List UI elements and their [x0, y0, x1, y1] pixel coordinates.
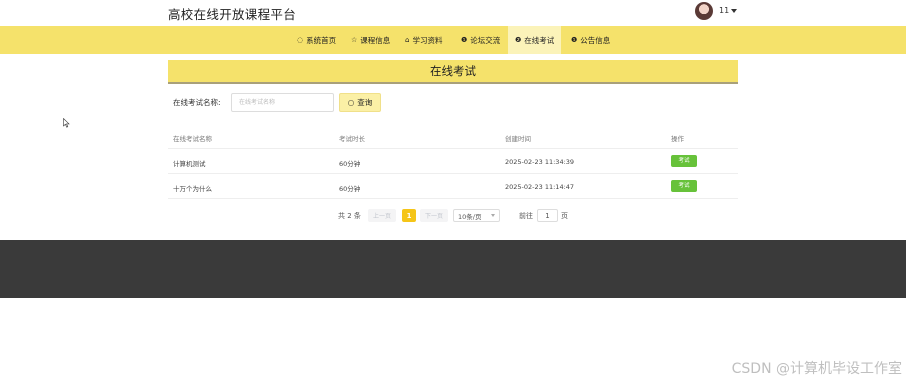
column-header-action: 操作 — [671, 135, 684, 143]
mouse-cursor-icon — [63, 118, 70, 128]
table-row: 计算机测试 60分钟 2025-02-23 11:34:39 考试 — [168, 149, 738, 174]
nav-bar: ◌ 系统首页 ☆ 课程信息 ⌂ 学习资料 ❶ 论坛交流 ❷ 在线考试 ❶ 公告信… — [0, 26, 906, 54]
start-exam-button[interactable]: 考试 — [671, 155, 697, 167]
pagination: 共 2 条 上一页 1 下一页 10条/页 前往 1 页 — [0, 209, 906, 222]
search-button[interactable]: ○ 查询 — [339, 93, 381, 112]
page-size-value: 10条/页 — [458, 212, 482, 221]
search-input[interactable] — [231, 93, 334, 112]
nav-item-label: 课程信息 — [360, 35, 391, 45]
question-icon: ❷ — [515, 36, 522, 44]
start-exam-button[interactable]: 考试 — [671, 180, 697, 192]
header: 高校在线开放课程平台 11 — [0, 0, 906, 26]
footer — [0, 240, 906, 298]
column-header-created: 创建时间 — [505, 135, 531, 143]
info-icon: ❶ — [571, 36, 578, 44]
column-header-name: 在线考试名称 — [173, 135, 212, 143]
nav-item-label: 在线考试 — [524, 35, 555, 45]
nav-item-home[interactable]: ◌ 系统首页 — [290, 26, 343, 54]
nav-item-courses[interactable]: ☆ 课程信息 — [344, 26, 397, 54]
caret-down-icon[interactable] — [731, 9, 737, 13]
pagination-total: 共 2 条 — [338, 211, 361, 220]
page-title-banner: 在线考试 — [168, 60, 738, 84]
search-label: 在线考试名称: — [173, 98, 221, 107]
goto-suffix: 页 — [561, 211, 568, 220]
exam-duration: 60分钟 — [339, 185, 361, 193]
exam-created-time: 2025-02-23 11:34:39 — [505, 158, 575, 166]
exam-name: 计算机测试 — [173, 160, 206, 168]
table-row: 十万个为什么 60分钟 2025-02-23 11:14:47 考试 — [168, 174, 738, 199]
exam-table: 在线考试名称 考试时长 创建时间 操作 计算机测试 60分钟 2025-02-2… — [168, 126, 738, 199]
column-header-duration: 考试时长 — [339, 135, 365, 143]
table-header: 在线考试名称 考试时长 创建时间 操作 — [168, 126, 738, 149]
goto-label: 前往 — [519, 211, 533, 220]
search-button-label: 查询 — [357, 98, 373, 107]
page-size-select[interactable]: 10条/页 — [453, 209, 500, 222]
search-icon: ○ — [347, 98, 355, 107]
avatar[interactable] — [695, 2, 713, 20]
exam-created-time: 2025-02-23 11:14:47 — [505, 183, 575, 191]
page-title: 在线考试 — [430, 64, 476, 78]
exam-name: 十万个为什么 — [173, 185, 212, 193]
home-icon: ◌ — [297, 36, 304, 44]
nav-item-label: 系统首页 — [306, 35, 337, 45]
next-page-button[interactable]: 下一页 — [420, 209, 448, 222]
site-title[interactable]: 高校在线开放课程平台 — [168, 4, 296, 23]
book-icon: ⌂ — [405, 36, 410, 44]
info-icon: ❶ — [461, 36, 468, 44]
prev-page-button[interactable]: 上一页 — [368, 209, 396, 222]
star-icon: ☆ — [351, 36, 358, 44]
nav-item-notices[interactable]: ❶ 公告信息 — [564, 26, 617, 54]
page-number-current[interactable]: 1 — [402, 209, 416, 222]
username[interactable]: 11 — [719, 6, 729, 15]
nav-item-label: 论坛交流 — [470, 35, 501, 45]
exam-duration: 60分钟 — [339, 160, 361, 168]
nav-item-materials[interactable]: ⌂ 学习资料 — [398, 26, 449, 54]
chevron-down-icon — [491, 214, 495, 217]
nav-item-label: 学习资料 — [412, 35, 443, 45]
nav-item-exam[interactable]: ❷ 在线考试 — [508, 26, 562, 54]
nav-item-label: 公告信息 — [580, 35, 611, 45]
goto-page-input[interactable]: 1 — [537, 209, 558, 222]
watermark: CSDN @计算机毕设工作室 — [731, 361, 902, 377]
nav-item-forum[interactable]: ❶ 论坛交流 — [454, 26, 507, 54]
